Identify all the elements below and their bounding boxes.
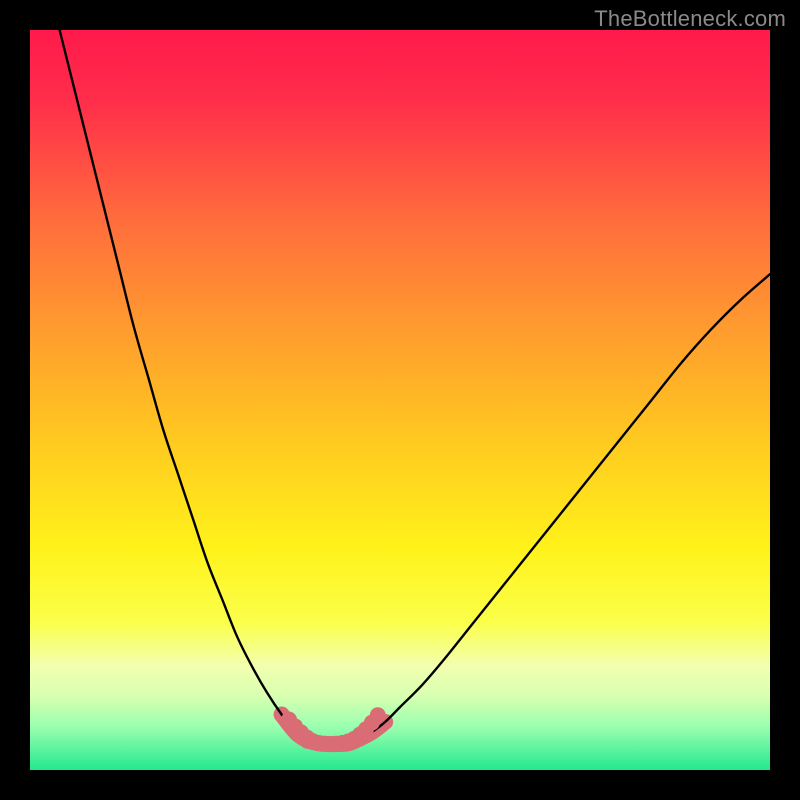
- chart-frame: TheBottleneck.com: [0, 0, 800, 800]
- watermark-text: TheBottleneck.com: [594, 6, 786, 32]
- marker-dot: [370, 707, 386, 723]
- gradient-background: [30, 30, 770, 770]
- plot-area: [30, 30, 770, 770]
- chart-svg: [30, 30, 770, 770]
